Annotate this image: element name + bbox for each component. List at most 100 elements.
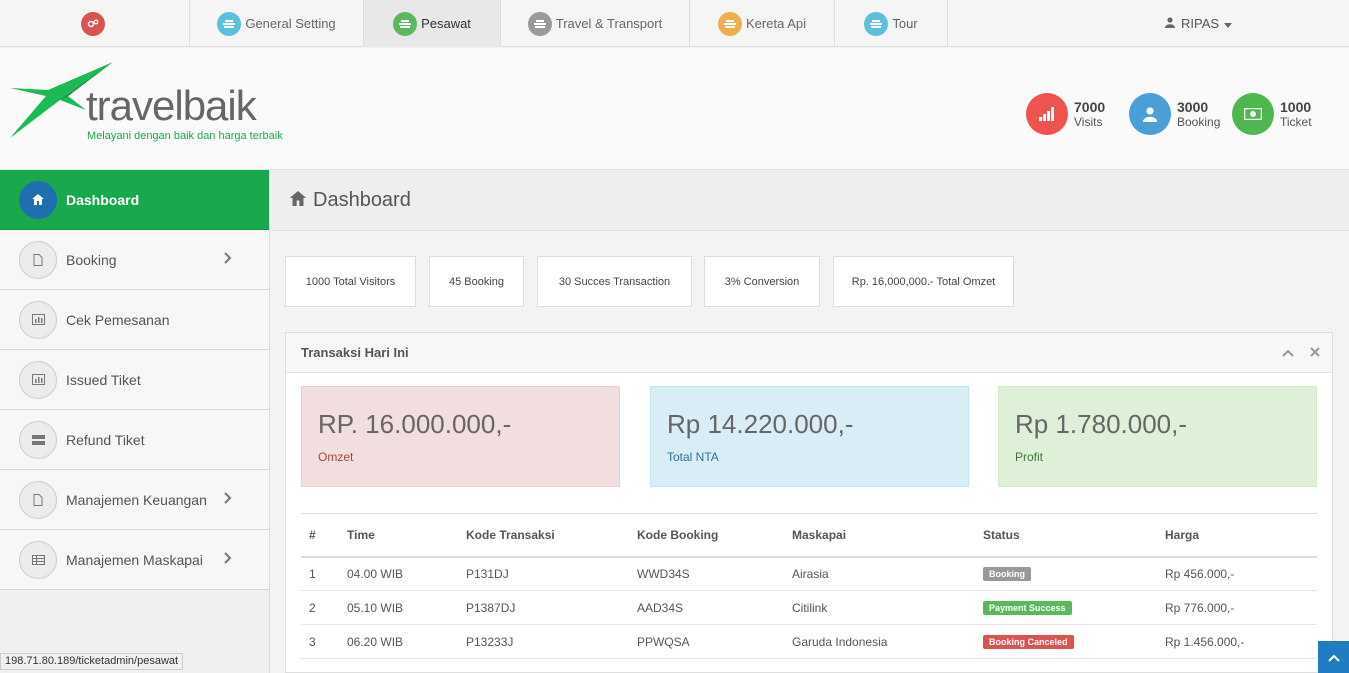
col-header: Harga xyxy=(1157,513,1317,558)
stat-label: Booking xyxy=(1177,115,1221,129)
sidebar-item-manajemen-keuangan[interactable]: Manajemen Keuangan xyxy=(0,470,269,530)
cell-status: Booking Canceled xyxy=(975,624,1157,659)
nav-label: Travel & Transport xyxy=(555,16,663,31)
chart-icon xyxy=(19,300,57,339)
cell-time: 06.20 WIB xyxy=(339,624,458,659)
scroll-to-top-button[interactable] xyxy=(1318,641,1349,673)
table-row[interactable]: 1 04.00 WIB P131DJ WWD34S Airasia Bookin… xyxy=(301,556,1317,591)
summary-total-omzet: Rp. 16,000,000.- Total Omzet xyxy=(833,256,1014,307)
summary-success-transaction: 30 Succes Transaction xyxy=(537,256,692,307)
signal-icon xyxy=(1026,93,1068,135)
nav-label: Tour xyxy=(892,16,918,31)
cogs-icon xyxy=(80,11,105,36)
main-content: Dashboard 1000 Total Visitors 45 Booking… xyxy=(271,170,1349,673)
cell-harga: Rp 776.000,- xyxy=(1157,590,1317,625)
user-icon xyxy=(1129,93,1171,135)
col-header: Maskapai xyxy=(784,513,975,558)
list-icon xyxy=(217,11,242,36)
table-row[interactable]: 3 06.20 WIB P13233J PPWQSA Garuda Indone… xyxy=(301,624,1317,659)
profit-box: Rp 1.780.000,- Profit xyxy=(998,386,1317,487)
panel-tools xyxy=(1270,345,1320,360)
sidebar-item-label: Manajemen Keuangan xyxy=(66,491,207,508)
col-header: Kode Booking xyxy=(629,513,784,558)
user-menu[interactable]: RIPAS xyxy=(1165,0,1233,47)
summary-total-visitors: 1000 Total Visitors xyxy=(285,256,416,307)
sidebar-item-refund-tiket[interactable]: Refund Tiket xyxy=(0,410,269,470)
panel-title: Transaksi Hari Ini xyxy=(301,345,409,360)
cell-kode-booking: PPWQSA xyxy=(629,624,784,659)
col-header: Kode Transaksi xyxy=(458,513,629,558)
nav-label: General Setting xyxy=(245,16,336,31)
cell-harga: Rp 456.000,- xyxy=(1157,556,1317,591)
stat-label: Visits xyxy=(1074,115,1103,129)
summary-text: 45 Booking xyxy=(448,275,505,288)
browser-status-url: 198.71.80.189/ticketadmin/pesawat xyxy=(0,653,184,670)
stat-booking: 3000 Booking xyxy=(1129,93,1220,135)
sidebar-item-booking[interactable]: Booking xyxy=(0,230,269,290)
sidebar-item-label: Dashboard xyxy=(66,191,140,208)
list-icon xyxy=(718,11,742,36)
user-icon xyxy=(1165,16,1175,31)
cell-no: 3 xyxy=(301,624,339,659)
page-title-text: Dashboard xyxy=(313,188,411,211)
sidebar-item-label: Issued Tiket xyxy=(66,371,141,388)
nav-item-kereta-api[interactable]: Kereta Api xyxy=(690,0,835,47)
summary-text: 1000 Total Visitors xyxy=(305,275,396,288)
summary-text: 30 Succes Transaction xyxy=(558,275,671,288)
home-icon xyxy=(19,180,57,219)
panel-header: Transaksi Hari Ini xyxy=(286,333,1332,373)
nav-item-tour[interactable]: Tour xyxy=(835,0,948,47)
sidebar-item-cek-pemesanan[interactable]: Cek Pemesanan xyxy=(0,290,269,350)
cell-kode-booking: WWD34S xyxy=(629,556,784,591)
file-icon xyxy=(19,240,57,279)
table-icon xyxy=(19,540,57,579)
omzet-box: RP. 16.000.000,- Omzet xyxy=(301,386,620,487)
cell-maskapai: Airasia xyxy=(784,556,975,591)
close-icon[interactable] xyxy=(1310,345,1320,360)
file-icon xyxy=(19,480,57,519)
cell-no: 1 xyxy=(301,556,339,591)
nav-item-general-setting[interactable]: General Setting xyxy=(190,0,364,47)
nav-item-travel-transport[interactable]: Travel & Transport xyxy=(501,0,690,47)
sidebar-item-manajemen-maskapai[interactable]: Manajemen Maskapai xyxy=(0,530,269,590)
top-navbar: General Setting Pesawat Travel & Transpo… xyxy=(0,0,1349,47)
list-icon xyxy=(864,11,889,36)
col-header: # xyxy=(301,513,339,558)
cell-kode-transaksi: P131DJ xyxy=(458,556,629,591)
col-header: Status xyxy=(975,513,1157,558)
cell-kode-transaksi: P1387DJ xyxy=(458,590,629,625)
nav-item-pesawat[interactable]: Pesawat xyxy=(364,0,501,47)
table-header-row: # Time Kode Transaksi Kode Booking Maska… xyxy=(301,513,1317,558)
caret-down-icon xyxy=(1224,16,1233,31)
cell-maskapai: Garuda Indonesia xyxy=(784,624,975,659)
header: travelbaik Melayani dengan baik dan harg… xyxy=(0,48,1349,170)
cell-time: 04.00 WIB xyxy=(339,556,458,591)
nav-item-settings[interactable] xyxy=(0,0,190,47)
chevron-up-icon[interactable] xyxy=(1282,345,1298,360)
transaksi-panel: Transaksi Hari Ini RP. 16.000.000,- Omze… xyxy=(285,332,1333,673)
sidebar-item-dashboard[interactable]: Dashboard xyxy=(0,170,269,230)
status-badge: Payment Success xyxy=(983,601,1072,615)
stat-number: 3000 xyxy=(1177,99,1209,115)
status-badge: Booking xyxy=(983,567,1031,582)
stat-number: 7000 xyxy=(1074,99,1106,115)
omzet-label: Omzet xyxy=(318,450,354,464)
sidebar-item-label: Manajemen Maskapai xyxy=(66,551,203,568)
chevron-right-icon xyxy=(224,251,232,269)
total-nta-box: Rp 14.220.000,- Total NTA xyxy=(650,386,969,487)
profit-label: Profit xyxy=(1015,450,1044,464)
table-row[interactable]: 2 05.10 WIB P1387DJ AAD34S Citilink Paym… xyxy=(301,590,1317,625)
logo-tagline: Melayani dengan baik dan harga terbaik xyxy=(87,130,283,142)
summary-text: 3% Conversion xyxy=(724,275,800,288)
sidebar: Dashboard Booking Cek Pemesanan Issued T… xyxy=(0,170,270,673)
page-title: Dashboard xyxy=(271,170,1349,231)
sidebar-item-issued-tiket[interactable]: Issued Tiket xyxy=(0,350,269,410)
nav-label: Kereta Api xyxy=(746,16,806,31)
cell-maskapai: Citilink xyxy=(784,590,975,625)
logo[interactable]: travelbaik Melayani dengan baik dan harg… xyxy=(8,60,308,150)
logo-text: travelbaik xyxy=(86,82,257,129)
cell-kode-booking: AAD34S xyxy=(629,590,784,625)
stat-visits: 7000 Visits xyxy=(1026,93,1105,135)
col-header: Time xyxy=(339,513,458,558)
summary-booking: 45 Booking xyxy=(429,256,524,307)
